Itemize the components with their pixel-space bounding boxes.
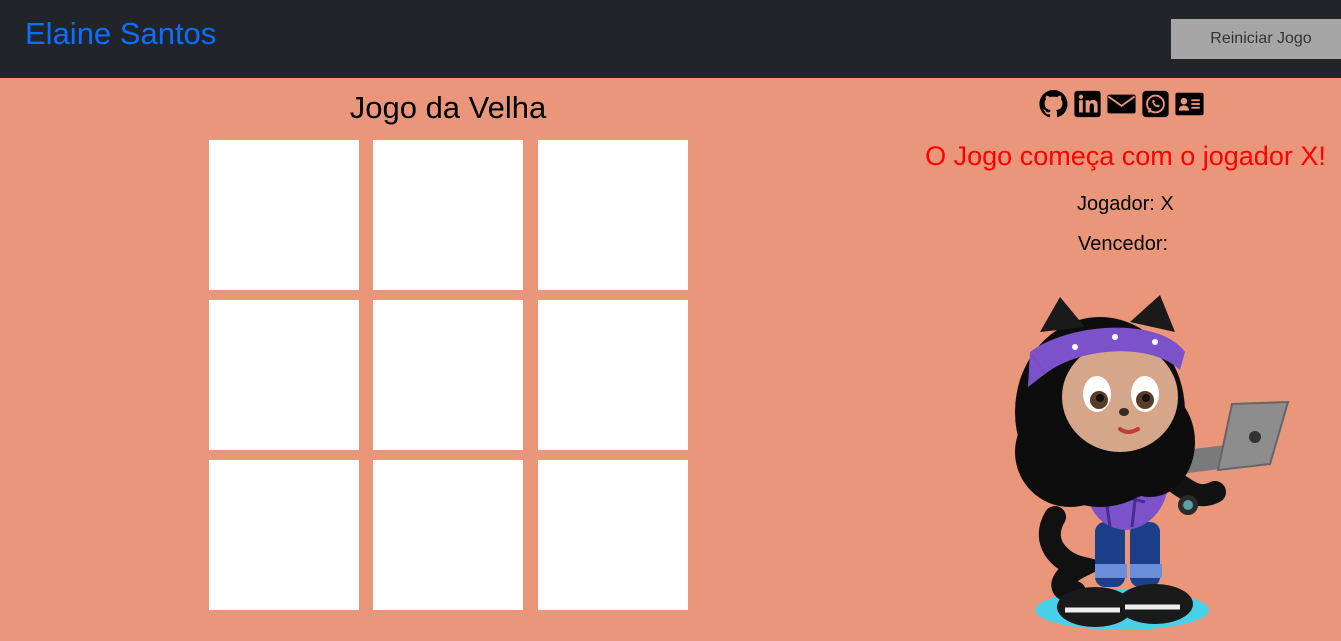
board-cell-8[interactable] <box>373 460 523 610</box>
winner-label: Vencedor: <box>1078 233 1169 255</box>
brand-link[interactable]: Elaine Santos <box>25 16 216 52</box>
linkedin-icon[interactable] <box>1072 89 1103 119</box>
board-cell-3[interactable] <box>538 140 688 290</box>
restart-game-button[interactable]: Reiniciar Jogo <box>1171 19 1341 59</box>
whatsapp-icon[interactable] <box>1140 89 1171 119</box>
start-message: O Jogo começa com o jogador X! <box>925 141 1326 171</box>
octocat-mascot-illustration <box>1015 295 1290 630</box>
board-cell-1[interactable] <box>209 140 359 290</box>
navbar: Elaine Santos Reiniciar Jogo <box>0 0 1341 78</box>
contact-card-icon[interactable] <box>1174 89 1205 119</box>
board-cell-4[interactable] <box>209 300 359 450</box>
board-cell-9[interactable] <box>538 460 688 610</box>
board-cell-2[interactable] <box>373 140 523 290</box>
social-links <box>1038 89 1205 119</box>
current-player-label: Jogador: X <box>1077 193 1174 215</box>
board-cell-5[interactable] <box>373 300 523 450</box>
board-cell-6[interactable] <box>538 300 688 450</box>
github-icon[interactable] <box>1038 89 1069 119</box>
envelope-icon[interactable] <box>1106 89 1137 119</box>
board-title: Jogo da Velha <box>349 90 547 125</box>
game-board <box>209 140 688 610</box>
board-cell-7[interactable] <box>209 460 359 610</box>
